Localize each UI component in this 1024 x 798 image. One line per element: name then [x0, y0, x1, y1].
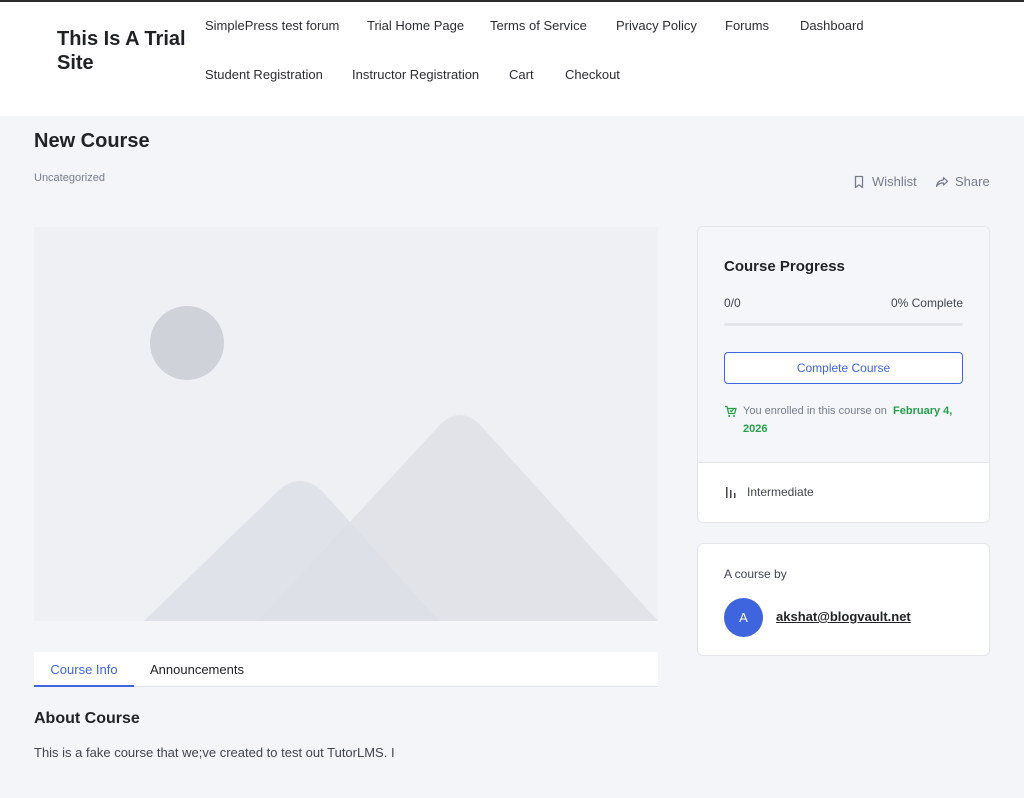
course-progress-card: Course Progress 0/0 0% Complete Complete… [697, 226, 990, 523]
progress-percent: 0% Complete [890, 296, 963, 310]
progress-bar [724, 323, 963, 326]
course-progress-title: Course Progress [724, 258, 845, 275]
enrollment-notice: You enrolled in this course on February … [724, 402, 969, 438]
course-title: New Course [34, 130, 150, 152]
wishlist-button[interactable]: Wishlist [852, 174, 917, 189]
complete-course-button[interactable]: Complete Course [724, 352, 963, 384]
nav-item-forums[interactable]: Forums [725, 18, 769, 33]
about-course-text: This is a fake course that we;ve created… [34, 745, 395, 760]
course-level-label: Intermediate [747, 485, 814, 499]
progress-panel: Course Progress 0/0 0% Complete Complete… [698, 227, 989, 463]
nav-item-student-registration[interactable]: Student Registration [205, 67, 323, 82]
image-placeholder-icon [144, 306, 658, 621]
nav-item-terms[interactable]: Terms of Service [490, 18, 587, 33]
about-course-heading: About Course [34, 710, 140, 727]
tab-announcements[interactable]: Announcements [150, 652, 244, 687]
nav-item-instructor-registration[interactable]: Instructor Registration [352, 67, 479, 82]
course-by-label: A course by [724, 567, 787, 581]
nav-item-checkout[interactable]: Checkout [565, 67, 620, 82]
nav-item-cart[interactable]: Cart [509, 67, 534, 82]
nav-item-simplepress-forum[interactable]: SimplePress test forum [205, 18, 339, 33]
enrollment-text: You enrolled in this course on February … [743, 402, 969, 438]
tab-course-info[interactable]: Course Info [34, 652, 134, 687]
site-header: This Is A Trial Site SimplePress test fo… [0, 2, 1024, 116]
share-label: Share [955, 174, 990, 189]
course-level: Intermediate [724, 485, 814, 499]
site-title[interactable]: This Is A Trial Site [57, 27, 197, 75]
course-category[interactable]: Uncategorized [34, 172, 105, 184]
enrolled-label: You enrolled in this course on [743, 405, 887, 417]
course-tabs: Course Info Announcements [34, 652, 658, 687]
cart-check-icon [725, 405, 737, 417]
level-bars-icon [726, 487, 736, 498]
author-name-link[interactable]: akshat@blogvault.net [776, 609, 911, 624]
course-thumbnail [34, 227, 658, 621]
nav-item-dashboard[interactable]: Dashboard [800, 18, 864, 33]
bookmark-icon [854, 175, 864, 188]
share-icon [935, 176, 949, 187]
nav-item-trial-home[interactable]: Trial Home Page [367, 18, 464, 33]
avatar[interactable]: A [724, 598, 763, 637]
course-author-card: A course by A akshat@blogvault.net [697, 543, 990, 656]
progress-count: 0/0 [724, 296, 741, 310]
share-button[interactable]: Share [935, 174, 990, 189]
nav-item-privacy[interactable]: Privacy Policy [616, 18, 697, 33]
wishlist-label: Wishlist [872, 174, 917, 189]
